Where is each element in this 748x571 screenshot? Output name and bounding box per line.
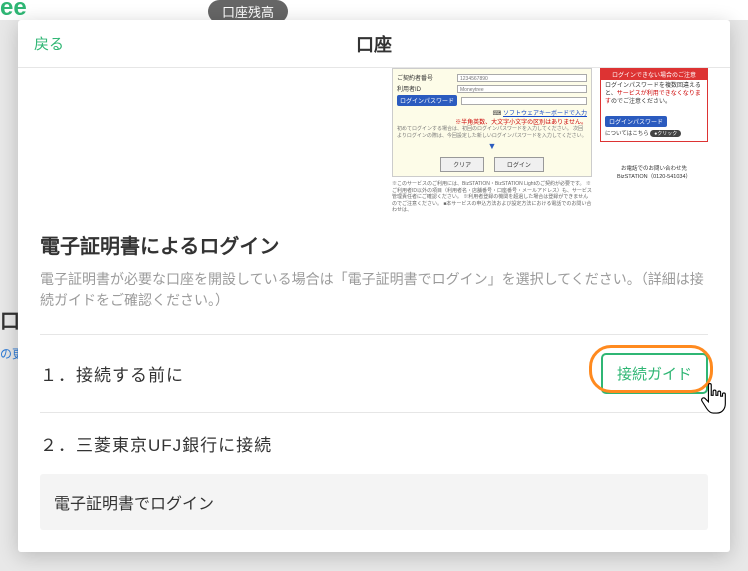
user-id-label: 利用者ID (397, 84, 453, 93)
notice-below-text: についてはこちら (605, 131, 649, 137)
contact-number: BizSTATION（0120-541034） (600, 174, 708, 181)
clear-button-preview: クリア (440, 157, 484, 172)
preview-screenshot-row: ご契約者番号 1234567890 利用者ID Moneytree ログインパス… (18, 68, 730, 230)
notice-body-post: のでご注意ください。 (611, 99, 671, 105)
user-id-field: Moneytree (457, 85, 587, 93)
step-2-connect-mufg[interactable]: ２．三菱東京UFJ銀行に接続 (40, 412, 708, 474)
contract-field: 1234567890 (457, 74, 587, 82)
contact-title: お電話でのお問い合わせ先 (600, 166, 708, 173)
notice-body: ログインパスワードを複数回違えると、サービスが利用できなくなりますのでご注意くだ… (605, 83, 703, 106)
cert-login-item-label: 電子証明書でログイン (54, 490, 214, 514)
cert-login-title: 電子証明書によるログイン (18, 230, 730, 269)
notice-preview-column: ログインできない場合のご注意 ログインパスワードを複数回違えると、サービスが利用… (600, 68, 708, 214)
login-form-preview: ご契約者番号 1234567890 利用者ID Moneytree ログインパス… (392, 68, 592, 214)
cert-login-item[interactable]: 電子証明書でログイン (40, 474, 708, 530)
login-button-preview: ログイン (494, 157, 544, 172)
login-footer-notes: ※このサービスのご利用には、BizSTATION・BizSTATION Ligh… (392, 181, 592, 214)
login-panel: ご契約者番号 1234567890 利用者ID Moneytree ログインパス… (392, 68, 592, 177)
cert-login-description: 電子証明書が必要な口座を開設している場合は「電子証明書でログイン」を選択してくだ… (18, 269, 730, 334)
bg-side-header: 口 (0, 305, 20, 334)
click-pill: ●クリック (650, 130, 681, 137)
modal-title: 口座 (18, 31, 730, 57)
password-note-red: ※半角英数、大文字小文字の区別はありません。 (397, 117, 587, 126)
account-modal: 戻る 口座 ご契約者番号 1234567890 利用者ID Moneytree … (18, 20, 730, 552)
notice-title: ログインできない場合のご注意 (601, 69, 707, 80)
password-label: ログインパスワード (397, 95, 457, 106)
password-field (461, 97, 587, 105)
password-note-muted: 初めてログインする場合は、初回のログインパスワードを入力してください。 次回より… (397, 126, 587, 139)
app-logo-fragment: ee (0, 0, 27, 22)
login-password-button-preview: ログインパスワード (605, 116, 667, 127)
down-arrow-icon: ▼ (397, 141, 587, 151)
step-1-before-connect[interactable]: １．接続する前に 接続ガイド (40, 334, 708, 412)
back-button[interactable]: 戻る (18, 33, 80, 54)
modal-header: 戻る 口座 (18, 20, 730, 68)
contract-label: ご契約者番号 (397, 73, 453, 82)
step-1-label: １．接続する前に (40, 361, 184, 386)
modal-body: ご契約者番号 1234567890 利用者ID Moneytree ログインパス… (18, 68, 730, 552)
login-notice-panel: ログインできない場合のご注意 ログインパスワードを複数回違えると、サービスが利用… (600, 68, 708, 142)
contact-info: お電話でのお問い合わせ先 BizSTATION（0120-541034） (600, 166, 708, 180)
step-2-label: ２．三菱東京UFJ銀行に接続 (40, 431, 272, 456)
connection-guide-button[interactable]: 接続ガイド (601, 353, 708, 394)
